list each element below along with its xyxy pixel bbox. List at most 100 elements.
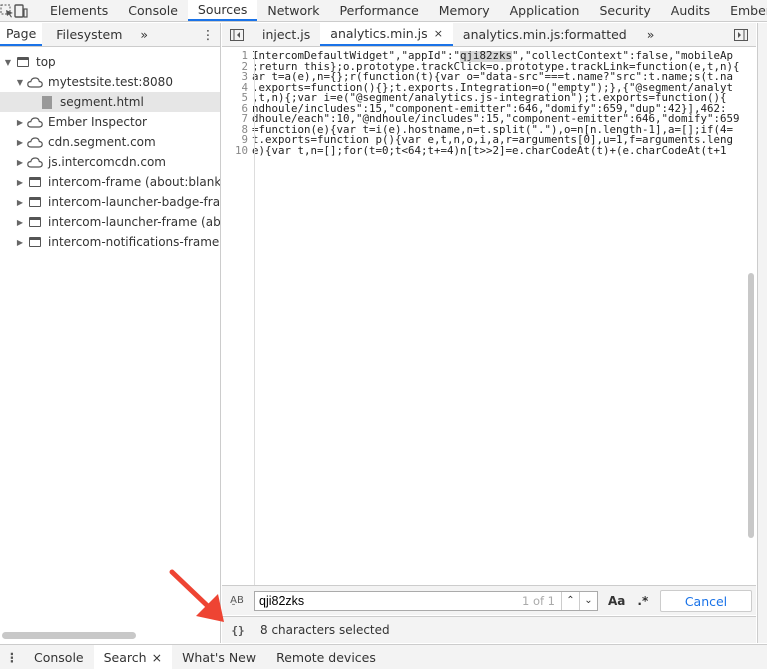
editor-tab[interactable]: analytics.min.js ×: [320, 23, 453, 46]
tree-item[interactable]: segment.html: [0, 92, 220, 112]
expand-triangle-icon[interactable]: ▼: [2, 58, 14, 67]
tree-item-label: js.intercomcdn.com: [48, 155, 166, 169]
cancel-button[interactable]: Cancel: [660, 590, 752, 612]
code-text: dhoule/each":10,"@ndhoule/includes":15,"…: [252, 114, 740, 125]
tree-item[interactable]: ▶ intercom-launcher-frame (about:b: [0, 212, 220, 232]
navigator-tabs: Page Filesystem » ⋮: [0, 23, 220, 47]
code-line[interactable]: 5 ,t,n){;var i=e("@segment/analytics.js-i…: [222, 92, 756, 104]
code-text: t.exports=function p(){var e,t,n,o,i,a,r…: [252, 135, 733, 146]
toggle-navigator-icon[interactable]: [222, 23, 252, 46]
cloud-icon: [26, 116, 44, 128]
close-tab-icon[interactable]: ×: [152, 650, 162, 665]
code-fragment: t.exports=function p(){var e,t,n,o,i,a,r…: [252, 135, 734, 146]
code-line[interactable]: 1 IntercomDefaultWidget","appId":"qji82zk…: [222, 51, 756, 62]
drawer-tab-bar: ⋮ Console Search × What's New Remote devices: [0, 644, 767, 669]
tree-item-label: intercom-frame (about:blank): [48, 175, 220, 189]
editor-status-bar: {} 8 characters selected: [222, 616, 756, 643]
code-line[interactable]: 10 e){var t,n=[];for(t=0;t<64;t+=4)n[t>>2…: [222, 145, 756, 157]
tab-network[interactable]: Network: [257, 0, 329, 21]
regex-button[interactable]: .*: [637, 594, 648, 608]
cloud-icon: [26, 76, 44, 88]
editor-vertical-scrollbar[interactable]: [748, 273, 754, 538]
tree-item-label: mytestsite.test:8080: [48, 75, 173, 89]
drawer-tab[interactable]: What's New: [172, 645, 266, 669]
collapse-triangle-icon[interactable]: ▶: [14, 118, 26, 127]
code-fragment: =function(e){var t=i(e).hostname,n=t.spl…: [252, 124, 734, 135]
editor-tab[interactable]: inject.js: [252, 23, 320, 46]
drawer-tab-label: Remote devices: [276, 649, 376, 665]
more-editor-tabs-chevron-icon[interactable]: »: [637, 23, 665, 46]
drawer-menu-icon[interactable]: ⋮: [0, 650, 24, 665]
drawer-tab[interactable]: Remote devices: [266, 645, 386, 669]
tab-sources[interactable]: Sources: [187, 0, 258, 21]
tab-filesystem[interactable]: Filesystem: [50, 23, 128, 46]
match-case-button[interactable]: Aa: [608, 594, 625, 608]
tree-item[interactable]: ▶ intercom-frame (about:blank): [0, 172, 220, 192]
tree-item[interactable]: ▶ Ember Inspector: [0, 112, 220, 132]
inspect-element-icon[interactable]: [0, 0, 14, 21]
tab-memory[interactable]: Memory: [429, 0, 500, 21]
tab-ember[interactable]: Ember: [720, 0, 767, 21]
expand-triangle-icon[interactable]: ▼: [14, 78, 26, 87]
editor-tab[interactable]: analytics.min.js:formatted: [453, 23, 637, 46]
tree-item[interactable]: ▶ intercom-launcher-badge-frame: [0, 192, 220, 212]
tab-page[interactable]: Page: [0, 23, 43, 46]
tree-item-label: intercom-notifications-frame (abo: [48, 235, 220, 249]
search-input[interactable]: [255, 591, 522, 610]
code-fragment: IntercomDefaultWidget","appId":": [252, 51, 461, 62]
navigator-pane: Page Filesystem » ⋮ ▼ top ▼ mytestsite.test…: [0, 23, 221, 643]
editor-pane: inject.js analytics.min.js × analytics.min.…: [222, 23, 756, 643]
code-line[interactable]: 3 ar t=a(e),n={};r(function(t){var o="dat…: [222, 71, 756, 83]
more-tabs-chevron-icon[interactable]: »: [134, 23, 154, 46]
code-fragment: ","collectContext":false,"mobileAp: [512, 51, 734, 62]
drawer-tab[interactable]: Console: [24, 645, 94, 669]
frame-icon: [14, 57, 32, 67]
tab-audits[interactable]: Audits: [661, 0, 720, 21]
drawer-tab[interactable]: Search ×: [93, 645, 173, 669]
editor-tab-label: analytics.min.js: [330, 26, 428, 41]
collapse-triangle-icon[interactable]: ▶: [14, 158, 26, 167]
tab-performance[interactable]: Performance: [330, 0, 429, 21]
code-line[interactable]: 7 dhoule/each":10,"@ndhoule/includes":15,…: [222, 113, 756, 125]
code-text: IntercomDefaultWidget","appId":"qji82zks…: [252, 51, 733, 62]
code-fragment: ;return this};o.prototype.trackClick=o.p…: [252, 61, 740, 72]
tree-item-label: intercom-launcher-badge-frame: [48, 195, 220, 209]
tree-item[interactable]: ▶ cdn.segment.com: [0, 132, 220, 152]
tab-elements[interactable]: Elements: [40, 0, 118, 21]
collapse-triangle-icon[interactable]: ▶: [14, 198, 26, 207]
collapse-triangle-icon[interactable]: ▶: [14, 218, 26, 227]
navigator-horizontal-scrollbar[interactable]: [2, 632, 136, 639]
collapse-triangle-icon[interactable]: ▶: [14, 178, 26, 187]
code-line[interactable]: 9 t.exports=function p(){var e,t,n,o,i,a,…: [222, 134, 756, 146]
close-tab-icon[interactable]: ×: [434, 27, 443, 40]
tree-item[interactable]: ▶ intercom-notifications-frame (abo: [0, 232, 220, 252]
tree-item[interactable]: ▼ top: [0, 52, 220, 72]
collapse-triangle-icon[interactable]: ▶: [14, 238, 26, 247]
tab-console[interactable]: Console: [118, 0, 188, 21]
drawer-tab-label: What's New: [182, 649, 257, 665]
editor-tabs: inject.js analytics.min.js × analytics.min.…: [222, 23, 756, 47]
previous-match-icon[interactable]: ⌃: [561, 591, 579, 610]
code-editor[interactable]: 1 IntercomDefaultWidget","appId":"qji82zk…: [222, 51, 756, 591]
code-text: ndhoule/includes":15,"component-emitter"…: [252, 104, 727, 115]
code-line[interactable]: 6 ndhoule/includes":15,"component-emitter…: [222, 103, 756, 115]
toggle-debugger-sidebar-icon[interactable]: [726, 23, 756, 46]
code-line[interactable]: 2 ;return this};o.prototype.trackClick=o.…: [222, 61, 756, 73]
code-text: .exports=function(){};t.exports.Integrat…: [252, 83, 733, 94]
line-number[interactable]: 10: [222, 145, 252, 157]
tab-security[interactable]: Security: [589, 0, 660, 21]
code-fragment: .exports=function(){};t.exports.Integrat…: [252, 82, 734, 93]
search-field-box: 1 of 1 ⌃ ⌄: [254, 590, 598, 611]
tab-application[interactable]: Application: [500, 0, 590, 21]
code-fragment: ,t,n){;var i=e("@segment/analytics.js-in…: [252, 93, 727, 104]
tree-item[interactable]: ▶ js.intercomcdn.com: [0, 152, 220, 172]
tree-item-label: cdn.segment.com: [48, 135, 156, 149]
navigator-menu-icon[interactable]: ⋮: [196, 23, 220, 46]
tree-item[interactable]: ▼ mytestsite.test:8080: [0, 72, 220, 92]
code-line[interactable]: 8 =function(e){var t=i(e).hostname,n=t.sp…: [222, 124, 756, 136]
device-toolbar-icon[interactable]: [14, 0, 28, 21]
code-text: =function(e){var t=i(e).hostname,n=t.spl…: [252, 125, 733, 136]
collapse-triangle-icon[interactable]: ▶: [14, 138, 26, 147]
code-line[interactable]: 4 .exports=function(){};t.exports.Integra…: [222, 82, 756, 94]
next-match-icon[interactable]: ⌄: [579, 591, 597, 610]
